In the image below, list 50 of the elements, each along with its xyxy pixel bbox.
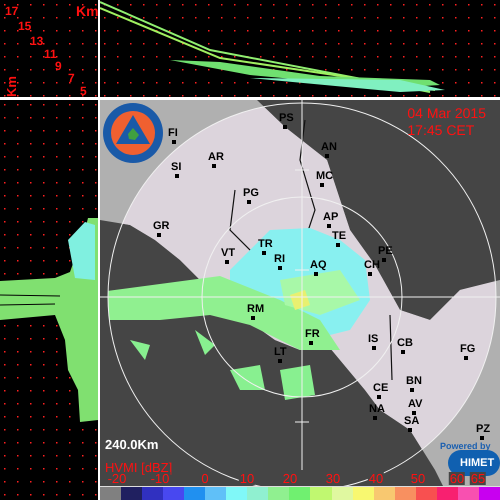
legend-tick: 30 [324,472,342,485]
height-label: 7 [68,72,75,84]
city-label: TR [258,239,273,250]
height-label: 13 [30,35,44,47]
legend-tick: 20 [282,472,298,485]
city-label: PZ [476,424,490,435]
height-label: 17 [5,5,18,17]
height-label: 5 [80,85,87,97]
city-label: MC [316,171,334,182]
city-label: RM [247,304,264,315]
city-label: CE [373,383,388,394]
city-label: AP [323,212,338,223]
unit-label: Km [4,76,18,97]
city-label: BN [406,376,422,387]
city-label: AN [321,142,337,153]
city-label: FG [460,344,476,355]
city-label: AR [208,152,224,163]
unit-label: Km [76,4,98,18]
legend-tick: 10 [238,472,256,485]
legend-tick: 0 [200,472,210,485]
height-label: 15 [18,20,32,32]
city-label: LT [274,347,287,358]
city-label: FI [168,128,178,139]
range-text: 240.0Km [105,438,158,451]
city-label: IS [368,334,378,345]
city-label: PG [243,188,259,199]
powered-by-text: Powered by [440,442,491,451]
date-text: 04 Mar 2015 [407,105,486,122]
legend-tick: 40 [368,472,384,485]
height-label: 9 [55,60,62,72]
city-label: SI [171,162,182,173]
city-label: AQ [310,260,326,271]
city-label: GR [153,221,170,232]
city-label: PS [279,113,294,124]
city-label: FR [305,329,320,340]
time-text: 17:45 CET [407,122,476,139]
legend-tick: 65 [470,472,486,485]
city-label: SA [404,416,420,427]
legend-tick: 60 [448,472,466,485]
legend-tick: -10 [150,472,170,485]
height-label: 11 [44,48,57,60]
legend-title: HVMI [dBZ] [105,461,172,474]
city-label: RI [274,254,285,265]
legend-tick: 50 [410,472,426,485]
city-label: VT [221,248,236,259]
city-label: AV [408,399,422,410]
city-label: TE [332,231,346,242]
emblem-icon [102,102,164,164]
legend-tick: -20 [106,472,128,485]
city-label: CB [397,338,413,349]
